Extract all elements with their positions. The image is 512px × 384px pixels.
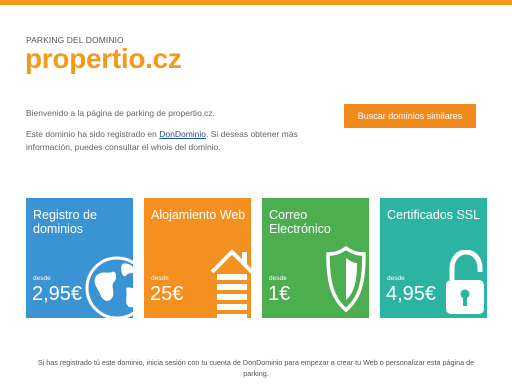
footer-note: Si has registrado tú este dominio, inici… xyxy=(37,358,475,378)
globe-icon xyxy=(85,256,133,318)
card-from-label: desde xyxy=(269,275,287,282)
card-web-hosting[interactable]: Alojamiento Web desde 25€ xyxy=(144,198,251,318)
welcome-text: Bienvenido a la página de parking de pro… xyxy=(26,108,216,118)
card-from-label: desde xyxy=(33,275,51,282)
card-email[interactable]: Correo Electrónico desde 1€ xyxy=(262,198,369,318)
card-price: 2,95€ xyxy=(32,283,83,305)
card-price: 4,95€ xyxy=(386,283,437,305)
card-domain-registration[interactable]: Registro de dominios desde 2,95€ xyxy=(26,198,133,318)
padlock-icon xyxy=(446,250,484,314)
card-title: Correo Electrónico xyxy=(269,208,331,236)
card-ssl-certificates[interactable]: Certificados SSL desde 4,95€ xyxy=(380,198,487,318)
house-icon xyxy=(210,249,251,318)
card-title: Certificados SSL xyxy=(387,208,481,222)
description-text: Este dominio ha sido registrado en DonDo… xyxy=(26,128,326,154)
card-title: Alojamiento Web xyxy=(151,208,246,222)
top-accent-bar xyxy=(0,0,512,5)
dondominio-link[interactable]: DonDominio xyxy=(159,129,206,139)
desc-before: Este dominio ha sido registrado en xyxy=(26,129,160,139)
card-price: 1€ xyxy=(268,283,291,305)
domain-title: propertio.cz xyxy=(25,43,182,74)
card-title: Registro de dominios xyxy=(33,208,97,236)
search-similar-domains-button[interactable]: Buscar dominios similares xyxy=(344,104,476,128)
card-from-label: desde xyxy=(387,275,405,282)
card-from-label: desde xyxy=(151,275,169,282)
shield-icon xyxy=(326,245,366,313)
card-price: 25€ xyxy=(150,283,184,305)
